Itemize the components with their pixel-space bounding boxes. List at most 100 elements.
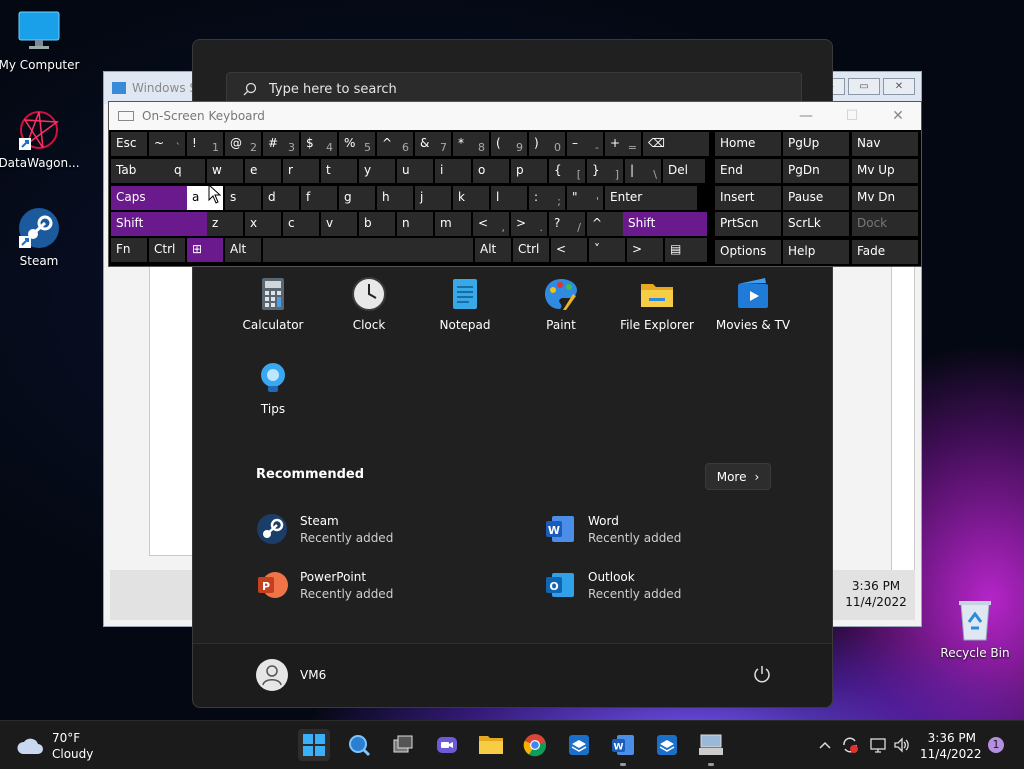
key-row3-10[interactable]: :;	[529, 186, 565, 210]
key-row1-12[interactable]: – -	[567, 132, 603, 156]
key-row2-13[interactable]: | \	[625, 159, 661, 183]
key-row3-6[interactable]: h	[377, 186, 413, 210]
key-del[interactable]: Del	[663, 159, 705, 183]
pinned-app-clock[interactable]: Clock	[321, 276, 417, 332]
key-home[interactable]: Home	[715, 132, 781, 156]
maximize-button[interactable]: ☐	[829, 102, 875, 130]
key-help[interactable]: Help	[783, 240, 849, 264]
spacebar-key[interactable]	[263, 238, 473, 262]
key-row2-12[interactable]: }]	[587, 159, 623, 183]
key-row2-3[interactable]: e	[245, 159, 281, 183]
arrow-down-key[interactable]: ˅	[589, 238, 625, 262]
recommended-item-powerpoint[interactable]: P PowerPoint Recently added	[256, 569, 393, 601]
key-row4-10[interactable]: ? /	[549, 212, 585, 236]
key-ctrl-left[interactable]: Ctrl	[149, 238, 185, 262]
key-row3-3[interactable]: d	[263, 186, 299, 210]
taskbar-clock[interactable]: 3:36 PM 11/4/2022	[920, 730, 982, 762]
windows-key[interactable]: ⊞	[187, 238, 223, 262]
key-insert[interactable]: Insert	[715, 186, 781, 210]
key-row2-11[interactable]: {[	[549, 159, 585, 183]
key-row1-6[interactable]: % 5	[339, 132, 375, 156]
key-row1-13[interactable]: + =	[605, 132, 641, 156]
more-button[interactable]: More ›	[705, 463, 771, 490]
network-button[interactable]	[866, 730, 890, 760]
key-row3-8[interactable]: k	[453, 186, 489, 210]
user-account-button[interactable]: VM6	[256, 659, 326, 691]
arrow-up-key[interactable]: ^	[587, 212, 623, 236]
desktop-icon-datawagon[interactable]: DataWagon...	[0, 108, 80, 170]
key-pgup[interactable]: PgUp	[783, 132, 849, 156]
app-button-2[interactable]	[652, 730, 682, 760]
key-shift-right[interactable]: Shift	[623, 212, 707, 236]
maximize-button[interactable]: ▭	[848, 78, 880, 95]
key-row4-8[interactable]: <,	[473, 212, 509, 236]
desktop-icon-my-computer[interactable]: My Computer	[0, 10, 80, 72]
app-button[interactable]	[564, 730, 594, 760]
key-mvup[interactable]: Mv Up	[852, 159, 918, 183]
desktop-icon-recycle-bin[interactable]: Recycle Bin	[934, 598, 1016, 660]
minimize-button[interactable]: —	[783, 102, 829, 130]
pinned-app-notepad[interactable]: Notepad	[417, 276, 513, 332]
pinned-app-calculator[interactable]: Calculator	[225, 276, 321, 332]
key-row3-7[interactable]: j	[415, 186, 451, 210]
key-shift-left[interactable]: Shift	[111, 212, 207, 236]
key-mvdn[interactable]: Mv Dn	[852, 186, 918, 210]
recommended-item-word[interactable]: W Word Recently added	[544, 513, 681, 545]
key-row2-4[interactable]: r	[283, 159, 319, 183]
key-row3-5[interactable]: g	[339, 186, 375, 210]
key-row1-8[interactable]: & 7	[415, 132, 451, 156]
pinned-app-file-explorer[interactable]: File Explorer	[609, 276, 705, 332]
key-nav[interactable]: Nav	[852, 132, 918, 156]
chrome-button[interactable]	[520, 730, 550, 760]
key-row4-2[interactable]: x	[245, 212, 281, 236]
key-row3-2[interactable]: s	[225, 186, 261, 210]
teams-chat-button[interactable]	[432, 730, 462, 760]
desktop-icon-steam[interactable]: Steam	[0, 206, 80, 268]
key-row3-4[interactable]: f	[301, 186, 337, 210]
key-fn[interactable]: Fn	[111, 238, 147, 262]
key-row4-9[interactable]: >.	[511, 212, 547, 236]
key-row1-10[interactable]: (9	[491, 132, 527, 156]
key-pgdn[interactable]: PgDn	[783, 159, 849, 183]
volume-button[interactable]	[890, 730, 914, 760]
key-esc[interactable]: Esc	[111, 132, 147, 156]
show-hidden-icons-button[interactable]	[816, 730, 834, 760]
key-alt-left[interactable]: Alt	[225, 238, 261, 262]
pinned-app-paint[interactable]: Paint	[513, 276, 609, 332]
key-row2-1[interactable]: q	[169, 159, 205, 183]
recommended-item-outlook[interactable]: O Outlook Recently added	[544, 569, 681, 601]
key-row2-10[interactable]: p	[511, 159, 547, 183]
key-dock[interactable]: Dock	[852, 212, 918, 236]
key-options[interactable]: Options	[715, 240, 781, 264]
key-row4-1[interactable]: z	[207, 212, 243, 236]
start-button[interactable]	[298, 729, 330, 761]
arrow-left-key[interactable]: <	[551, 238, 587, 262]
sync-status-button[interactable]	[838, 730, 862, 760]
key-row1-11[interactable]: ) 0	[529, 132, 565, 156]
key-end[interactable]: End	[715, 159, 781, 183]
key-row2-6[interactable]: y	[359, 159, 395, 183]
key-row1-4[interactable]: #3	[263, 132, 299, 156]
weather-widget[interactable]: 70°F Cloudy	[16, 730, 93, 762]
backspace-key[interactable]: ⌫	[643, 132, 709, 156]
osk-titlebar[interactable]: On-Screen Keyboard — ☐ ✕	[109, 102, 921, 130]
key-ctrl-right[interactable]: Ctrl	[513, 238, 549, 262]
key-row3-9[interactable]: l	[491, 186, 527, 210]
key-row2-7[interactable]: u	[397, 159, 433, 183]
key-row4-5[interactable]: b	[359, 212, 395, 236]
key-row3-11[interactable]: " '	[567, 186, 603, 210]
pinned-app-movies-tv[interactable]: Movies & TV	[705, 276, 801, 332]
key-row2-9[interactable]: o	[473, 159, 509, 183]
close-button[interactable]: ✕	[883, 78, 915, 95]
key-prtscn[interactable]: PrtScn	[715, 212, 781, 236]
key-scrlk[interactable]: ScrLk	[783, 212, 849, 236]
key-row1-9[interactable]: * 8	[453, 132, 489, 156]
key-row4-6[interactable]: n	[397, 212, 433, 236]
task-view-button[interactable]	[388, 730, 418, 760]
osk-taskbar-button[interactable]	[696, 730, 726, 766]
recommended-item-steam[interactable]: Steam Recently added	[256, 513, 393, 545]
key-caps[interactable]: Caps	[111, 186, 187, 210]
key-row1-1[interactable]: ~ `	[149, 132, 185, 156]
key-alt-right[interactable]: Alt	[475, 238, 511, 262]
arrow-right-key[interactable]: >	[627, 238, 663, 262]
